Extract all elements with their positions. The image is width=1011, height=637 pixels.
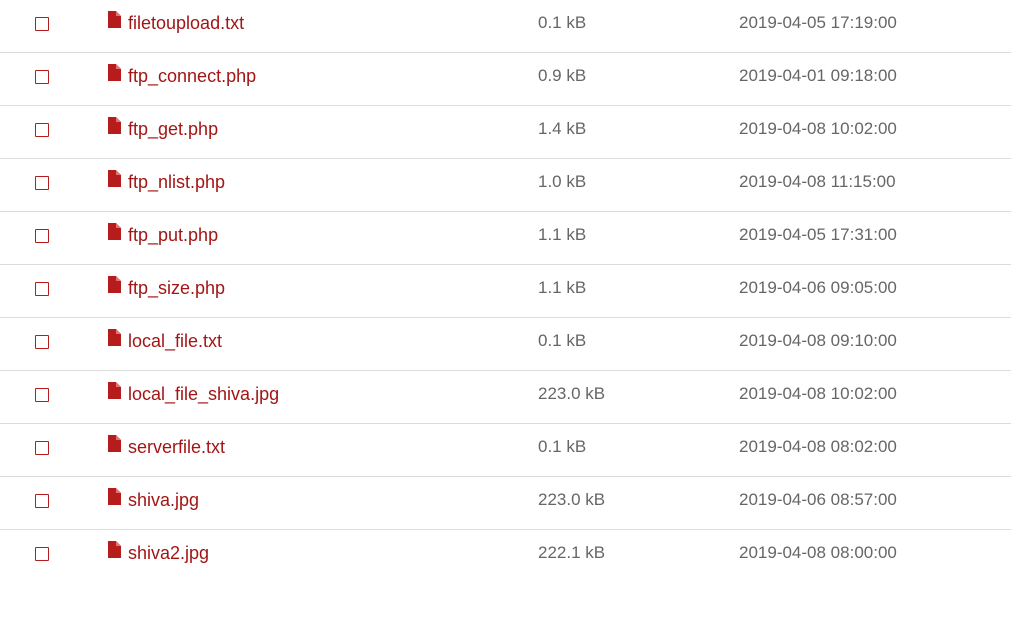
file-modified-date: 2019-04-08 08:02:00	[739, 437, 897, 456]
file-size: 1.4 kB	[538, 119, 587, 138]
file-size: 0.9 kB	[538, 66, 587, 85]
file-size: 223.0 kB	[538, 490, 606, 509]
file-icon	[108, 541, 121, 558]
file-size: 223.0 kB	[538, 384, 606, 403]
table-row: shiva.jpg 223.0 kB 2019-04-06 08:57:00	[0, 477, 1011, 530]
file-name-link[interactable]: local_file_shiva.jpg	[128, 383, 279, 405]
file-icon	[108, 64, 121, 81]
file-icon	[108, 329, 121, 346]
table-row: ftp_connect.php 0.9 kB 2019-04-01 09:18:…	[0, 53, 1011, 106]
file-name-link[interactable]: local_file.txt	[128, 330, 222, 352]
file-icon	[108, 276, 121, 293]
row-checkbox[interactable]	[35, 123, 49, 137]
file-icon	[108, 117, 121, 134]
file-name-link[interactable]: serverfile.txt	[128, 436, 225, 458]
file-icon	[108, 170, 121, 187]
file-modified-date: 2019-04-08 09:10:00	[739, 331, 897, 350]
file-modified-date: 2019-04-01 09:18:00	[739, 66, 897, 85]
row-checkbox[interactable]	[35, 335, 49, 349]
table-row: filetoupload.txt 0.1 kB 2019-04-05 17:19…	[0, 0, 1011, 53]
file-modified-date: 2019-04-06 09:05:00	[739, 278, 897, 297]
file-modified-date: 2019-04-08 08:00:00	[739, 543, 897, 562]
table-row: ftp_put.php 1.1 kB 2019-04-05 17:31:00	[0, 212, 1011, 265]
file-size: 0.1 kB	[538, 437, 587, 456]
file-name-link[interactable]: filetoupload.txt	[128, 12, 244, 34]
file-icon	[108, 382, 121, 399]
file-icon	[108, 488, 121, 505]
file-modified-date: 2019-04-08 11:15:00	[739, 172, 896, 191]
file-name-link[interactable]: ftp_get.php	[128, 118, 218, 140]
file-modified-date: 2019-04-08 10:02:00	[739, 384, 897, 403]
file-name-link[interactable]: ftp_put.php	[128, 224, 218, 246]
file-name-link[interactable]: ftp_connect.php	[128, 65, 256, 87]
table-row: serverfile.txt 0.1 kB 2019-04-08 08:02:0…	[0, 424, 1011, 477]
file-list: filetoupload.txt 0.1 kB 2019-04-05 17:19…	[0, 0, 1011, 583]
table-row: ftp_get.php 1.4 kB 2019-04-08 10:02:00	[0, 106, 1011, 159]
row-checkbox[interactable]	[35, 388, 49, 402]
row-checkbox[interactable]	[35, 229, 49, 243]
file-icon	[108, 11, 121, 28]
table-row: ftp_nlist.php 1.0 kB 2019-04-08 11:15:00	[0, 159, 1011, 212]
row-checkbox[interactable]	[35, 441, 49, 455]
file-name-link[interactable]: ftp_nlist.php	[128, 171, 225, 193]
table-row: local_file_shiva.jpg 223.0 kB 2019-04-08…	[0, 371, 1011, 424]
file-name-link[interactable]: shiva.jpg	[128, 489, 199, 511]
file-icon	[108, 223, 121, 240]
file-size: 1.1 kB	[538, 278, 587, 297]
file-size: 0.1 kB	[538, 331, 587, 350]
row-checkbox[interactable]	[35, 70, 49, 84]
table-row: ftp_size.php 1.1 kB 2019-04-06 09:05:00	[0, 265, 1011, 318]
file-size: 0.1 kB	[538, 13, 587, 32]
table-row: local_file.txt 0.1 kB 2019-04-08 09:10:0…	[0, 318, 1011, 371]
file-name-link[interactable]: ftp_size.php	[128, 277, 225, 299]
row-checkbox[interactable]	[35, 282, 49, 296]
file-icon	[108, 435, 121, 452]
table-row: shiva2.jpg 222.1 kB 2019-04-08 08:00:00	[0, 530, 1011, 583]
file-modified-date: 2019-04-06 08:57:00	[739, 490, 897, 509]
file-modified-date: 2019-04-05 17:19:00	[739, 13, 897, 32]
file-size: 1.1 kB	[538, 225, 587, 244]
file-modified-date: 2019-04-08 10:02:00	[739, 119, 897, 138]
file-modified-date: 2019-04-05 17:31:00	[739, 225, 897, 244]
row-checkbox[interactable]	[35, 17, 49, 31]
file-size: 1.0 kB	[538, 172, 587, 191]
row-checkbox[interactable]	[35, 494, 49, 508]
file-size: 222.1 kB	[538, 543, 606, 562]
row-checkbox[interactable]	[35, 176, 49, 190]
file-name-link[interactable]: shiva2.jpg	[128, 542, 209, 564]
row-checkbox[interactable]	[35, 547, 49, 561]
